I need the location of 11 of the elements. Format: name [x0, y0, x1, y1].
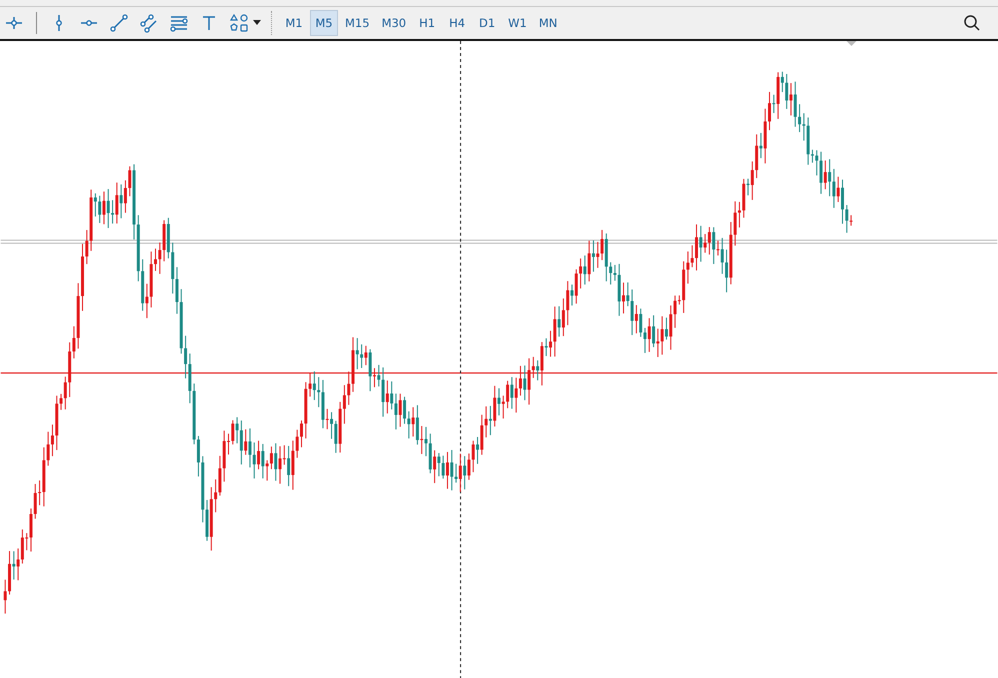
triangle-marker-icon: [846, 40, 856, 46]
timeframe-button[interactable]: MN: [534, 10, 562, 36]
timeframe-button[interactable]: M1: [280, 10, 308, 36]
timeframe-button[interactable]: M15: [340, 10, 375, 36]
dropdown-caret-icon[interactable]: [253, 20, 261, 26]
timeframe-button[interactable]: H4: [443, 10, 472, 36]
timeframe-button[interactable]: M30: [376, 10, 412, 36]
timeframe-button[interactable]: M5: [310, 10, 338, 36]
timeframe-button[interactable]: H1: [413, 10, 442, 36]
timeframe-button[interactable]: D1: [473, 10, 502, 36]
timeframe-button[interactable]: W1: [503, 10, 532, 36]
